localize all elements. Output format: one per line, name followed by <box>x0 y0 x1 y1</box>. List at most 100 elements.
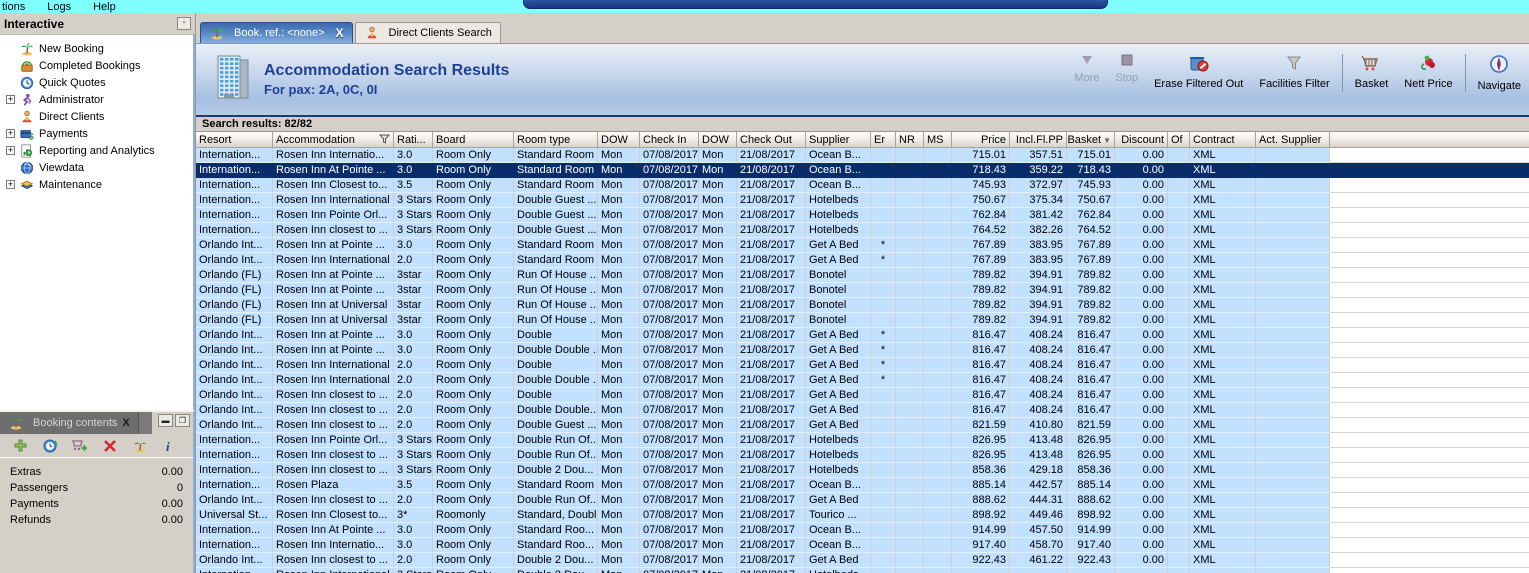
expand-icon[interactable]: + <box>6 129 15 138</box>
cell-ms <box>924 463 952 478</box>
table-row[interactable]: Universal St... Rosen Inn Closest to... 3*… <box>196 508 1529 523</box>
cell-price <box>952 568 1010 573</box>
table-row[interactable]: Orlando Int... Rosen Inn at Pointe ... 3.0… <box>196 238 1529 253</box>
minimize-button[interactable]: ▬ <box>158 414 173 427</box>
table-row[interactable]: Internation...Rosen Inn International3 S… <box>196 193 1529 208</box>
table-row[interactable]: Orlando Int... Rosen Inn closest to ... 2.… <box>196 493 1529 508</box>
add-icon[interactable] <box>11 438 29 454</box>
column-header-basket[interactable]: Basket ▼ <box>1067 132 1115 148</box>
table-row[interactable]: Orlando Int... Rosen Inn at Pointe ... 3.0… <box>196 343 1529 358</box>
column-header-contract[interactable]: Contract <box>1190 132 1256 148</box>
cell-dow: Mon <box>699 178 737 193</box>
table-row[interactable]: Orlando Int... Rosen Inn International 2.0… <box>196 358 1529 373</box>
table-row[interactable]: Orlando Int... Rosen Inn closest to ... 2.… <box>196 553 1529 568</box>
sidebar-item-payments[interactable]: + $ Payments <box>0 125 193 142</box>
table-row[interactable]: Internation... Rosen Inn At Pointe ... 3.0… <box>196 523 1529 538</box>
tab-direct-clients-search[interactable]: Direct Clients Search <box>354 22 501 43</box>
cell-price: 816.47 <box>952 358 1010 373</box>
sidebar-item-viewdata[interactable]: Viewdata <box>0 159 193 176</box>
sidebar-item-quick-quotes[interactable]: Quick Quotes <box>0 74 193 91</box>
column-header-check-in[interactable]: Check In <box>640 132 699 148</box>
summary-label: Refunds <box>10 514 51 526</box>
table-row[interactable]: Internation... Rosen Inn closest to ... 3 … <box>196 448 1529 463</box>
sidebar-item-completed-bookings[interactable]: Completed Bookings <box>0 57 193 74</box>
table-row[interactable]: Orlando (FL) Rosen Inn at Pointe ... 3star… <box>196 268 1529 283</box>
table-row[interactable]: Orlando (FL) Rosen Inn at Pointe ... 3star… <box>196 283 1529 298</box>
expand-icon[interactable]: + <box>6 95 15 104</box>
table-row[interactable]: Internation... Rosen Inn Internatio... 3.0… <box>196 538 1529 553</box>
booking-contents-tab[interactable]: Booking contents X <box>0 412 139 434</box>
basket-button[interactable]: Basket <box>1347 52 1397 92</box>
menu-item-logs[interactable]: Logs <box>47 1 71 13</box>
table-row[interactable]: Orlando (FL) Rosen Inn at Universal 3star R… <box>196 298 1529 313</box>
cell-ms <box>924 268 952 283</box>
table-row[interactable]: Internation... Rosen Inn Internatio... 3.0… <box>196 148 1529 163</box>
column-header-er[interactable]: Er <box>871 132 896 148</box>
table-row[interactable]: Internation... Rosen Inn closest to ... 3 … <box>196 463 1529 478</box>
close-icon[interactable]: X <box>336 26 344 40</box>
palm-small-icon[interactable] <box>131 438 149 454</box>
table-row[interactable]: Orlando Int... Rosen Inn International 2.0… <box>196 253 1529 268</box>
column-header-act-supplier[interactable]: Act. Supplier <box>1256 132 1330 148</box>
cart-transfer-icon[interactable] <box>71 438 89 454</box>
table-row[interactable]: Internation... Rosen Plaza 3.5 Room Only Sta… <box>196 478 1529 493</box>
expand-icon[interactable]: + <box>6 146 15 155</box>
sidebar-item-reporting-and-analytics[interactable]: + Reporting and Analytics <box>0 142 193 159</box>
expand-icon[interactable]: + <box>6 180 15 189</box>
close-icon[interactable]: X <box>122 417 129 429</box>
table-row[interactable]: Orlando Int... Rosen Inn closest to ... 2.… <box>196 418 1529 433</box>
column-header-ms[interactable]: MS <box>924 132 952 148</box>
filter-funnel-icon[interactable] <box>378 134 391 147</box>
table-row[interactable]: Internation... Rosen Inn closest to ... 3 … <box>196 223 1529 238</box>
column-header-room-type[interactable]: Room type <box>514 132 598 148</box>
column-header-price[interactable]: Price <box>952 132 1010 148</box>
row-filler <box>1330 388 1529 403</box>
column-header-dow[interactable]: DOW <box>699 132 737 148</box>
menu-item-help[interactable]: Help <box>93 1 116 13</box>
table-row[interactable]: Orlando Int... Rosen Inn closest to ... 2.… <box>196 403 1529 418</box>
column-header-supplier[interactable]: Supplier <box>806 132 871 148</box>
column-header-check-out[interactable]: Check Out <box>737 132 806 148</box>
sidebar-item-administrator[interactable]: + Administrator <box>0 91 193 108</box>
table-row[interactable]: Internation... Rosen Inn Closest to... 3.5… <box>196 178 1529 193</box>
menu-item-tions[interactable]: tions <box>2 1 25 13</box>
column-header-board[interactable]: Board <box>433 132 514 148</box>
column-header-incl-fl-pp[interactable]: Incl.Fl.PP <box>1010 132 1067 148</box>
sidebar-item-new-booking[interactable]: New Booking <box>0 40 193 57</box>
column-header-discount[interactable]: Discount <box>1115 132 1168 148</box>
table-row[interactable]: Orlando (FL) Rosen Inn at Universal 3star R… <box>196 313 1529 328</box>
cell-resort: Internation... <box>196 178 273 193</box>
table-row[interactable]: Orlando Int... Rosen Inn International 2.0… <box>196 373 1529 388</box>
column-header-nr[interactable]: NR <box>896 132 924 148</box>
maximize-button[interactable]: ❐ <box>175 414 190 427</box>
sidebar-item-maintenance[interactable]: + Maintenance <box>0 176 193 193</box>
cell-check-in: 07/08/2017 <box>640 478 699 493</box>
column-header-of[interactable]: Of <box>1168 132 1190 148</box>
delete-icon[interactable] <box>101 438 119 454</box>
facilities-filter-button[interactable]: Facilities Filter <box>1251 52 1337 92</box>
info-icon[interactable]: i <box>161 438 179 454</box>
column-header-dow[interactable]: DOW <box>598 132 640 148</box>
table-row[interactable]: Internation... Rosen Inn Pointe Orl... 3 S… <box>196 208 1529 223</box>
navigate-button[interactable]: Navigate <box>1470 52 1529 94</box>
table-row[interactable]: Orlando Int... Rosen Inn at Pointe ... 3.0… <box>196 328 1529 343</box>
column-header-rati-[interactable]: Rati... <box>394 132 433 148</box>
clock-refresh-icon[interactable] <box>41 438 59 454</box>
cell-discount: 0.00 <box>1115 538 1168 553</box>
table-row[interactable]: Internation...Rosen Inn International3 S… <box>196 568 1529 573</box>
table-row[interactable]: Internation... Rosen Inn At Pointe ... 3.0… <box>196 163 1529 178</box>
erase-filtered-out-button[interactable]: Erase Filtered Out <box>1146 52 1251 92</box>
sidebar-item-direct-clients[interactable]: Direct Clients <box>0 108 193 125</box>
cell-check-out: 21/08/2017 <box>737 433 806 448</box>
collapse-button[interactable]: - <box>177 17 191 30</box>
column-header-resort[interactable]: Resort <box>196 132 273 148</box>
nett-price-button[interactable]: Nett Price <box>1396 52 1460 92</box>
cell-room-type: Double 2 Dou... <box>514 568 598 573</box>
table-row[interactable]: Orlando Int... Rosen Inn closest to ... 2.… <box>196 388 1529 403</box>
cell-er <box>871 538 896 553</box>
column-header-accommodation[interactable]: Accommodation <box>273 132 394 148</box>
tab-book-ref[interactable]: Book. ref.: <none> X <box>200 22 353 43</box>
cell-dow: Mon <box>699 193 737 208</box>
cell-incl-fl-pp: 394.91 <box>1010 283 1067 298</box>
table-row[interactable]: Internation... Rosen Inn Pointe Orl... 3 S… <box>196 433 1529 448</box>
